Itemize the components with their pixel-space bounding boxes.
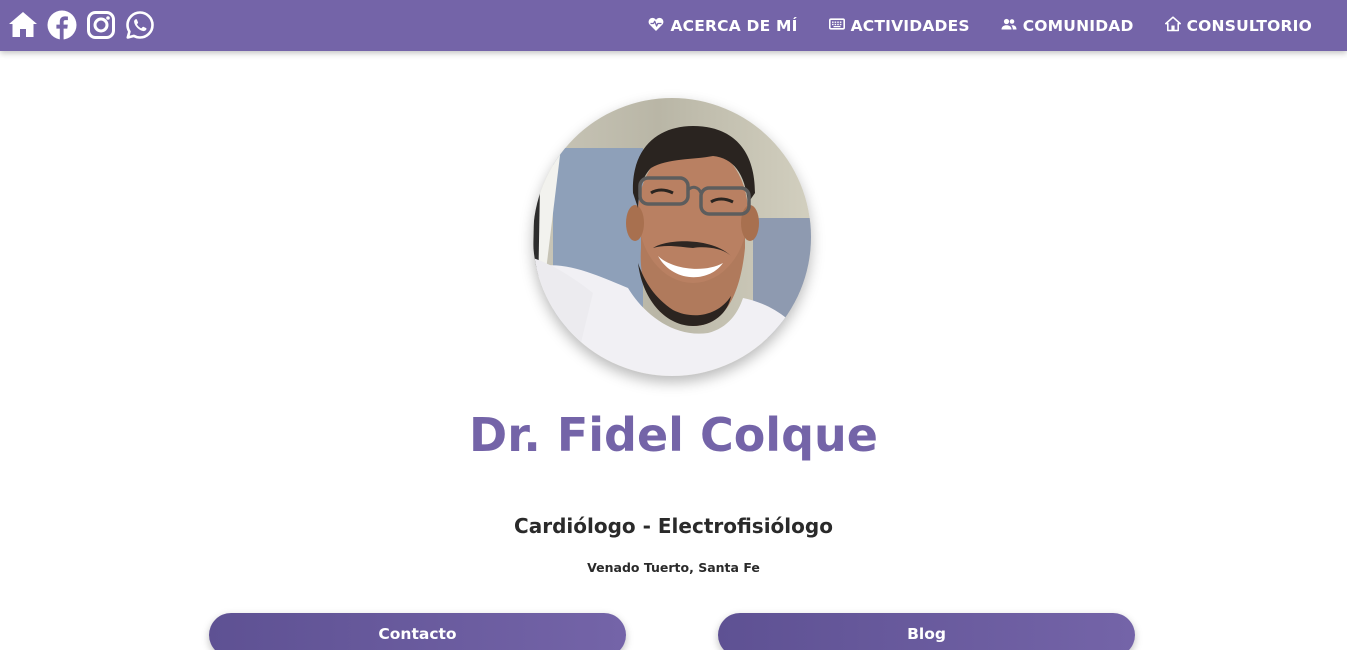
- house-icon: [1164, 16, 1181, 32]
- location-text: Venado Tuerto, Santa Fe: [587, 560, 760, 575]
- social-icons: [8, 10, 155, 40]
- nav-comunidad[interactable]: COMUNIDAD: [1001, 17, 1134, 35]
- doctor-name: Dr. Fidel Colque: [469, 408, 878, 462]
- contact-button[interactable]: Contacto: [209, 613, 626, 650]
- nav-acerca-de-mi[interactable]: ACERCA DE MÍ: [648, 17, 797, 35]
- nav-consultorio-label: CONSULTORIO: [1186, 16, 1312, 35]
- specialty-title: Cardiólogo - Electrofisiólogo: [514, 514, 833, 538]
- nav-actividades-label: ACTIVIDADES: [850, 16, 970, 35]
- instagram-icon[interactable]: [86, 10, 116, 40]
- home-icon[interactable]: [8, 10, 38, 40]
- keyboard-icon: [828, 18, 845, 30]
- nav-comunidad-label: COMUNIDAD: [1022, 16, 1134, 35]
- heart-pulse-icon: [649, 17, 664, 31]
- facebook-icon[interactable]: [47, 10, 77, 40]
- profile-photo: [533, 98, 811, 376]
- people-icon: [1001, 18, 1017, 30]
- blog-button[interactable]: Blog: [718, 613, 1135, 650]
- top-navbar: ACERCA DE MÍ ACTIVIDADES COMUNIDAD CONSU…: [0, 0, 1347, 51]
- whatsapp-icon[interactable]: [125, 10, 155, 40]
- nav-acerca-de-mi-label: ACERCA DE MÍ: [670, 16, 798, 35]
- nav-actividades[interactable]: ACTIVIDADES: [828, 16, 970, 35]
- nav-consultorio[interactable]: CONSULTORIO: [1164, 16, 1312, 35]
- main-nav: ACERCA DE MÍ ACTIVIDADES COMUNIDAD CONSU…: [648, 0, 1312, 51]
